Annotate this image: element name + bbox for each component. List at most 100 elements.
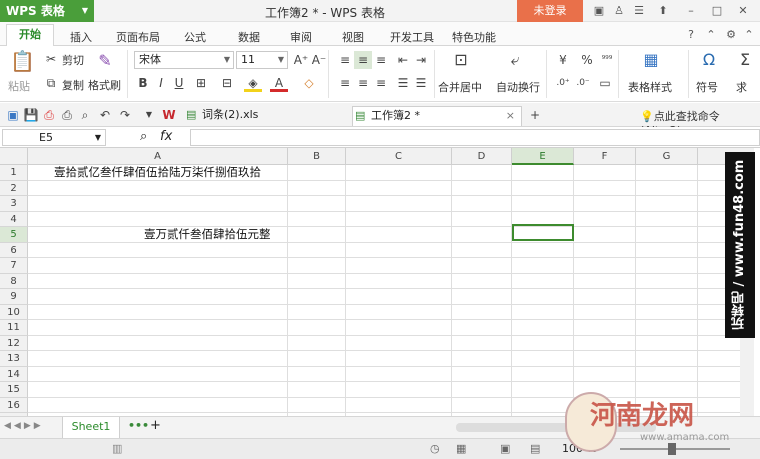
column-header-d[interactable]: D bbox=[452, 148, 512, 165]
fx-icon[interactable]: fx bbox=[160, 129, 172, 144]
column-header-e[interactable]: E bbox=[512, 148, 574, 165]
align-center-icon[interactable]: ≡ bbox=[354, 74, 372, 92]
row-header-3[interactable]: 3 bbox=[0, 196, 28, 212]
increase-decimal-icon[interactable]: .0⁺ bbox=[554, 74, 572, 92]
app-menu-button[interactable]: WPS 表格 ▼ bbox=[0, 0, 94, 22]
select-all-corner[interactable] bbox=[0, 148, 28, 165]
normal-view-icon[interactable]: ▦ bbox=[456, 442, 466, 455]
align-bottom-icon[interactable]: ≡ bbox=[372, 51, 390, 69]
paste-button[interactable]: 粘贴 bbox=[8, 78, 30, 94]
save-icon[interactable]: 💾 bbox=[22, 106, 40, 124]
share-icon[interactable]: ⌃ bbox=[704, 28, 718, 42]
layout-view-icon[interactable]: ▣ bbox=[500, 442, 510, 455]
merge-center-button[interactable]: 合并居中 bbox=[438, 79, 482, 95]
merge-icon[interactable]: ⊟ bbox=[218, 74, 236, 92]
zoom-search-icon[interactable]: ⌕ bbox=[140, 129, 147, 144]
align-top-icon[interactable]: ≡ bbox=[336, 51, 354, 69]
row-header-16[interactable]: 16 bbox=[0, 397, 28, 413]
row-header-8[interactable]: 8 bbox=[0, 273, 28, 289]
tab-home[interactable]: 开始 bbox=[6, 24, 54, 46]
align-right-icon[interactable]: ≡ bbox=[372, 74, 390, 92]
row-header-12[interactable]: 12 bbox=[0, 335, 28, 351]
distribute-icon[interactable]: ☰ bbox=[412, 74, 430, 92]
row-header-5[interactable]: 5 bbox=[0, 227, 28, 243]
symbol-button[interactable]: 符号 bbox=[696, 79, 718, 95]
column-header-c[interactable]: C bbox=[346, 148, 452, 165]
column-header-a[interactable]: A bbox=[28, 148, 288, 165]
help-icon[interactable]: ? bbox=[684, 28, 698, 42]
row-header-4[interactable]: 4 bbox=[0, 211, 28, 227]
tab-special[interactable]: 特色功能 bbox=[452, 29, 496, 45]
row-header-11[interactable]: 11 bbox=[0, 320, 28, 336]
skin-icon[interactable]: ▣ bbox=[592, 4, 606, 18]
row-header-10[interactable]: 10 bbox=[0, 304, 28, 320]
file-tab-1[interactable]: ▤ 词条(2).xls bbox=[184, 106, 350, 126]
underline-button[interactable]: U bbox=[170, 74, 188, 92]
sheet-nav-icon[interactable]: ◀◀▶▶ bbox=[4, 421, 44, 431]
number-format-icon[interactable]: ¥ bbox=[554, 51, 572, 69]
column-header-g[interactable]: G bbox=[636, 148, 698, 165]
shirt-icon[interactable]: ♙ bbox=[612, 4, 626, 18]
align-left-icon[interactable]: ≡ bbox=[336, 74, 354, 92]
row-header-9[interactable]: 9 bbox=[0, 289, 28, 305]
tab-developer[interactable]: 开发工具 bbox=[390, 29, 434, 45]
cell-a5[interactable]: 壹万贰仟叁佰肆拾伍元整 bbox=[144, 226, 271, 242]
row-header-7[interactable]: 7 bbox=[0, 258, 28, 274]
font-size-select[interactable]: 11 ▼ bbox=[236, 51, 288, 69]
copy-button[interactable]: 复制 bbox=[62, 77, 84, 93]
new-file-icon[interactable]: ▣ bbox=[4, 106, 22, 124]
paste-icon[interactable]: 📋 bbox=[10, 51, 35, 71]
new-tab-icon[interactable]: + bbox=[526, 106, 544, 124]
print-icon[interactable]: ⎙ bbox=[58, 106, 76, 124]
font-color-icon[interactable]: A bbox=[270, 74, 288, 92]
pdf-icon[interactable]: ⎙ bbox=[40, 106, 58, 124]
row-header-2[interactable]: 2 bbox=[0, 180, 28, 196]
shrink-font-icon[interactable]: A⁻ bbox=[310, 51, 328, 69]
minimize-icon[interactable]: – bbox=[684, 4, 698, 18]
thousands-button[interactable]: ⁹⁹⁹ bbox=[598, 51, 616, 69]
row-header-15[interactable]: 15 bbox=[0, 382, 28, 398]
login-button[interactable]: 未登录 bbox=[517, 0, 583, 22]
percent-button[interactable]: % bbox=[578, 51, 596, 69]
file-tab-2[interactable]: ▤ 工作簿2 * × bbox=[352, 106, 522, 126]
sheet-tab-1[interactable]: Sheet1 bbox=[62, 417, 120, 439]
decrease-decimal-icon[interactable]: .0⁻ bbox=[574, 74, 592, 92]
name-box[interactable]: E5 ▼ bbox=[2, 129, 106, 146]
row-header-6[interactable]: 6 bbox=[0, 242, 28, 258]
tab-page-layout[interactable]: 页面布局 bbox=[116, 29, 160, 45]
align-middle-icon[interactable]: ≡ bbox=[354, 51, 372, 69]
protect-icon[interactable]: ◷ bbox=[430, 442, 440, 455]
selected-cell-e5[interactable] bbox=[512, 224, 574, 241]
maximize-icon[interactable]: □ bbox=[710, 4, 724, 18]
close-tab-icon[interactable]: × bbox=[506, 107, 515, 125]
formula-input[interactable] bbox=[190, 129, 760, 146]
undo-icon[interactable]: ↶ bbox=[96, 106, 114, 124]
sum-button[interactable]: 求 bbox=[736, 79, 747, 95]
tab-view[interactable]: 视图 bbox=[342, 29, 364, 45]
tab-review[interactable]: 审阅 bbox=[290, 29, 312, 45]
justify-icon[interactable]: ☰ bbox=[394, 74, 412, 92]
page-break-icon[interactable]: ▤ bbox=[530, 442, 540, 455]
tab-formulas[interactable]: 公式 bbox=[184, 29, 206, 45]
row-header-1[interactable]: 1 bbox=[0, 165, 28, 181]
column-header-b[interactable]: B bbox=[288, 148, 346, 165]
fill-color-icon[interactable]: ◈ bbox=[244, 74, 262, 92]
grow-font-icon[interactable]: A⁺ bbox=[292, 51, 310, 69]
font-select[interactable]: 宋体 ▼ bbox=[134, 51, 234, 69]
close-icon[interactable]: ✕ bbox=[736, 4, 750, 18]
format-painter-button[interactable]: 格式刷 bbox=[88, 77, 121, 93]
collapse-icon[interactable]: ⌃ bbox=[742, 28, 756, 42]
border-icon[interactable]: ⊞ bbox=[192, 74, 210, 92]
zoom-slider-thumb[interactable] bbox=[668, 443, 676, 455]
indent-icon[interactable]: ⇤ bbox=[394, 51, 412, 69]
wrap-text-button[interactable]: 自动换行 bbox=[496, 79, 540, 95]
customize-icon[interactable]: ▼ bbox=[140, 106, 158, 124]
add-sheet-icon[interactable]: + bbox=[150, 418, 161, 433]
menu-icon[interactable]: ☰ bbox=[632, 4, 646, 18]
table-style-button[interactable]: 表格样式 bbox=[628, 79, 672, 95]
italic-button[interactable]: I bbox=[152, 74, 170, 92]
wps-logo-icon[interactable]: W bbox=[160, 106, 178, 124]
column-header-f[interactable]: F bbox=[574, 148, 636, 165]
settings-icon[interactable]: ⚙ bbox=[724, 28, 738, 42]
redo-icon[interactable]: ↷ bbox=[116, 106, 134, 124]
